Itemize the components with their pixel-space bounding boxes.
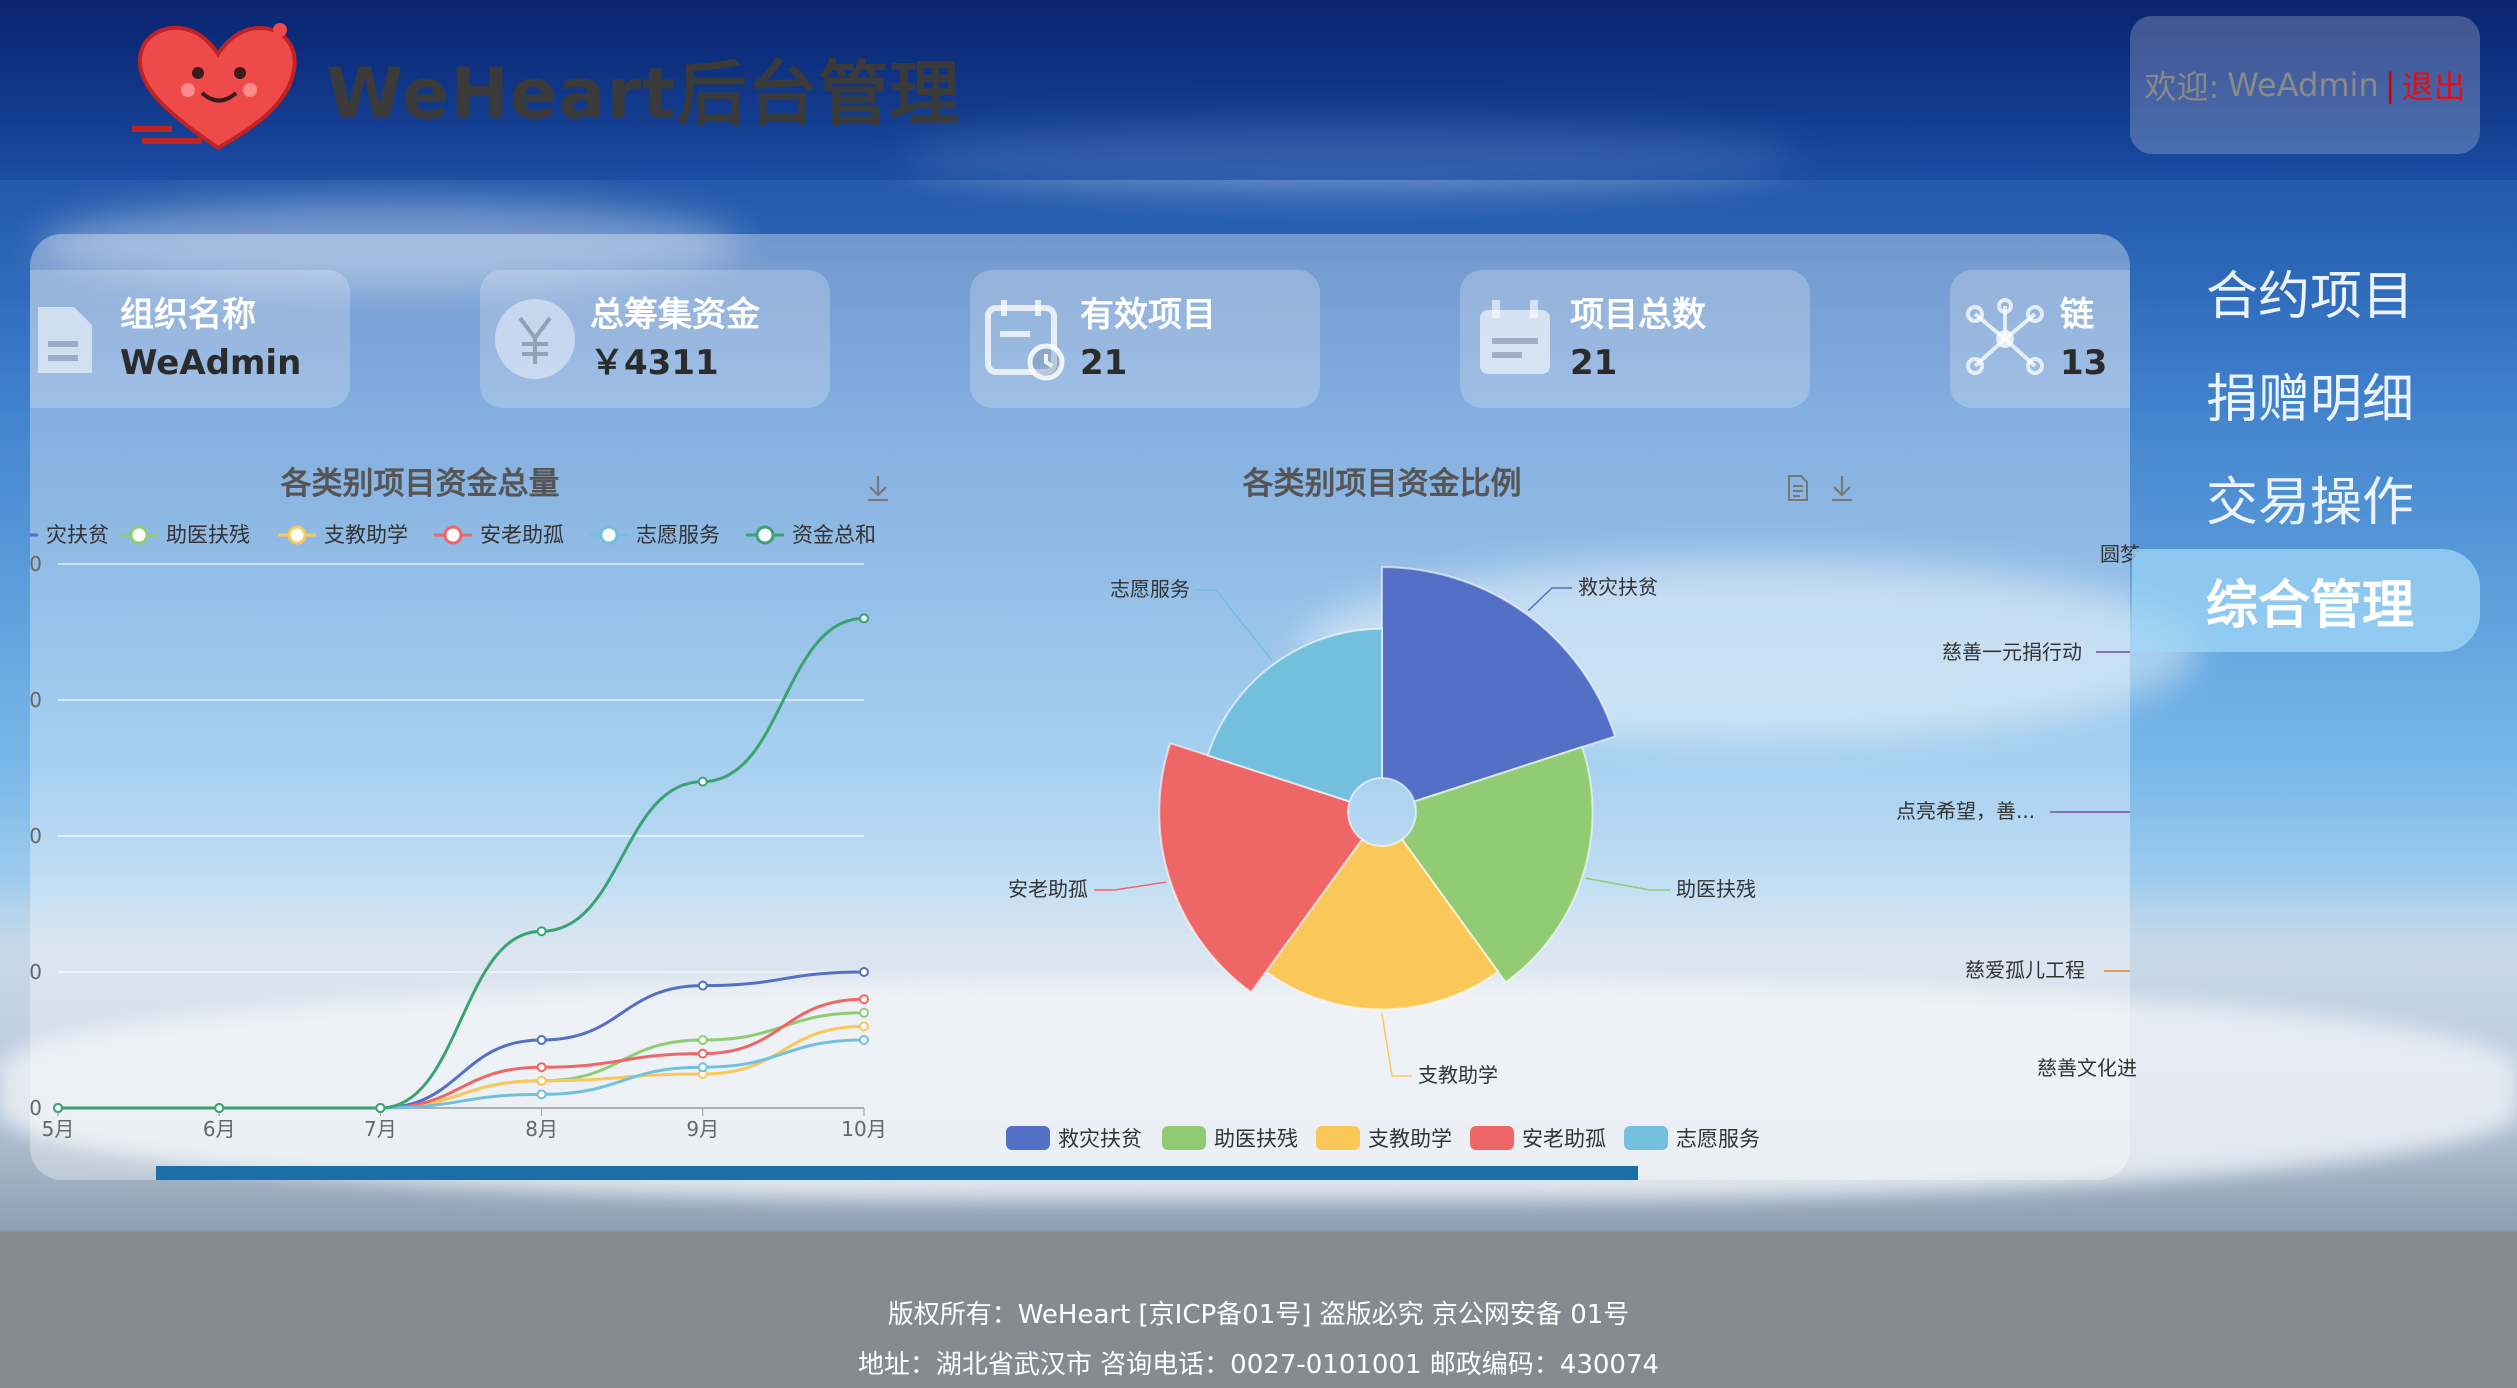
menu-item-contract-projects[interactable]: 合约项目 <box>2132 240 2480 343</box>
legend-label: 助医扶残 <box>166 523 250 547</box>
data-view-icon[interactable] <box>1788 475 1808 501</box>
legend-label: 安老助孤 <box>1522 1127 1606 1151</box>
slice-label: 安老助孤 <box>1008 877 1088 901</box>
label-leader <box>1196 589 1273 662</box>
y-tick-label: 0 <box>30 1096 42 1120</box>
data-point <box>697 1035 708 1045</box>
data-point <box>536 926 547 937</box>
username: WeAdmin <box>2227 66 2379 104</box>
x-tick-label: 5月 <box>42 1117 75 1141</box>
line-chart-legend: 灾扶贫 助医扶残 支教助学 安老助孤 志愿服务 资金总和 <box>30 523 876 547</box>
series-line <box>58 1024 865 1110</box>
download-icon[interactable] <box>1832 476 1852 502</box>
y-tick-label: 0 <box>30 688 42 712</box>
menu-item-label: 捐赠明细 <box>2206 370 2415 430</box>
separator: | <box>2384 66 2396 104</box>
y-tick-label: 0 <box>30 960 42 984</box>
data-point <box>697 1048 708 1059</box>
data-point <box>859 1007 869 1018</box>
legend-label: 安老助孤 <box>480 523 564 547</box>
data-point <box>536 1035 547 1045</box>
legend-swatch <box>1006 1126 1050 1150</box>
legend-label: 灾扶贫 <box>46 523 109 547</box>
dashboard-panel: 组织名称 WeAdmin 总筹集资金 ￥4311 有效项目 21 项目总数 21 <box>30 234 2130 1180</box>
legend-swatch <box>1316 1126 1360 1150</box>
x-tick-label: 8月 <box>525 1117 558 1141</box>
legend-swatch <box>1624 1126 1668 1150</box>
pie-chart-slices <box>1158 566 1617 1011</box>
pie-chart-title: 各类别项目资金比例 <box>1242 466 1522 502</box>
legend-label: 志愿服务 <box>636 523 720 547</box>
series-line <box>58 997 865 1110</box>
legend-marker <box>755 525 775 545</box>
charts-canvas: 各类别项目资金总量 灾扶贫 助医扶残 支教助学 安老助孤 志愿服务 资金总和 00000 … <box>30 466 1852 1180</box>
x-tick-label: 9月 <box>686 1117 719 1141</box>
data-point <box>697 776 708 787</box>
app-title: WeHeart后台管理 <box>326 52 961 135</box>
data-point <box>53 1103 63 1113</box>
legend-label: 资金总和 <box>792 523 876 547</box>
y-tick-label: 0 <box>30 824 42 848</box>
legend-marker <box>443 525 463 545</box>
data-point <box>536 1075 547 1086</box>
data-point <box>375 1103 386 1113</box>
data-point <box>859 1035 869 1045</box>
line-chart-title: 各类别项目资金总量 <box>280 466 560 502</box>
legend-label: 救灾扶贫 <box>1058 1127 1142 1151</box>
x-tick-label: 6月 <box>203 1117 236 1141</box>
footer-address: 地址：湖北省武汉市 咨询电话：0027-0101001 邮政编码：430074 <box>857 1350 1660 1380</box>
data-point <box>697 1062 708 1073</box>
data-point <box>697 980 708 991</box>
heart-logo-icon <box>132 23 297 151</box>
legend-label: 助医扶残 <box>1214 1127 1298 1151</box>
menu-item-donation-details[interactable]: 捐赠明细 <box>2132 343 2480 446</box>
legend-marker <box>129 525 149 545</box>
download-icon[interactable] <box>868 476 888 502</box>
label-leader <box>1381 1013 1412 1077</box>
legend-label: 志愿服务 <box>1676 1127 1760 1151</box>
data-point <box>536 1089 547 1100</box>
legend-label: 支教助学 <box>1368 1127 1452 1151</box>
label-leader <box>1585 877 1670 891</box>
slice-label: 救灾扶贫 <box>1578 575 1658 599</box>
menu-item-label: 交易操作 <box>2206 473 2415 533</box>
menu-item-transactions[interactable]: 交易操作 <box>2132 446 2480 549</box>
legend-label: 支教助学 <box>324 523 408 547</box>
pie-chart-legend: 救灾扶贫 助医扶残 支教助学 安老助孤 志愿服务 <box>1006 1126 1760 1151</box>
legend-swatch <box>1470 1126 1514 1150</box>
horizontal-scrollbar[interactable] <box>156 1166 1638 1180</box>
menu-item-general-management[interactable]: 综合管理 <box>2132 549 2480 652</box>
welcome-label: 欢迎: <box>2144 68 2220 106</box>
legend-marker <box>287 525 307 545</box>
label-leader <box>1527 587 1572 612</box>
line-chart-x-axis: 5月 6月 7月 8月 9月 10月 <box>42 1108 887 1141</box>
label-leader <box>1094 881 1167 891</box>
data-point <box>859 1021 869 1032</box>
slice-label: 助医扶残 <box>1676 877 1756 901</box>
x-tick-label: 7月 <box>364 1117 397 1141</box>
slice-label: 志愿服务 <box>1110 577 1190 601</box>
data-point <box>214 1103 225 1113</box>
line-chart-series <box>53 613 869 1113</box>
footer: 版权所有：WeHeart [京ICP备01号] 盗版必究 京公网安备 01号 地… <box>0 1232 2517 1388</box>
y-tick-label: 0 <box>30 552 42 576</box>
side-menu: 合约项目 捐赠明细 交易操作 综合管理 <box>2132 240 2480 652</box>
data-point <box>859 613 869 624</box>
slice-label: 支教助学 <box>1418 1063 1498 1087</box>
legend-swatch <box>1162 1126 1206 1150</box>
line-chart-grid: 0 0 0 0 0 <box>30 552 864 1120</box>
data-point <box>859 994 869 1005</box>
menu-item-label: 合约项目 <box>2206 267 2415 327</box>
data-point <box>859 967 869 977</box>
data-point <box>536 1062 547 1073</box>
series-line <box>58 616 865 1110</box>
logout-link[interactable]: 退出 <box>2402 62 2466 108</box>
x-tick-label: 10月 <box>841 1117 886 1141</box>
user-box: 欢迎: WeAdmin | 退出 <box>2130 16 2480 154</box>
logo[interactable]: WeHeart后台管理 <box>128 18 960 158</box>
menu-item-label: 综合管理 <box>2206 576 2415 636</box>
legend-marker <box>599 525 619 545</box>
footer-copyright: 版权所有：WeHeart [京ICP备01号] 盗版必究 京公网安备 01号 <box>887 1300 1630 1330</box>
